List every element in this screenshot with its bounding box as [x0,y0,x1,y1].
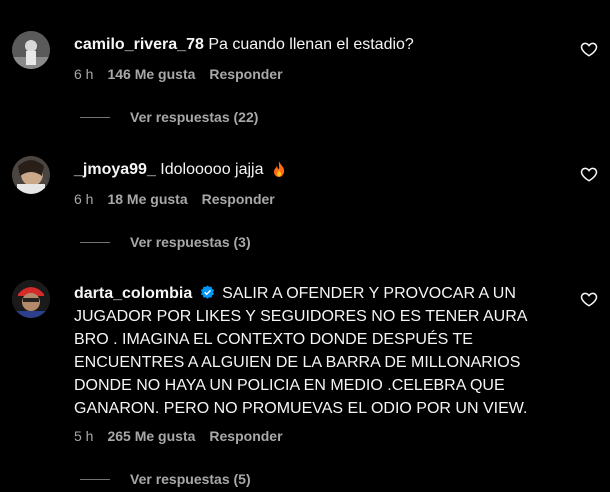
comment-username[interactable]: _jmoya99_ [74,161,156,178]
comment-text: Pa cuando llenan el estadio? [208,36,414,53]
comment-likes[interactable]: 18 Me gusta [107,191,187,207]
comment-text: Idolooooo jajja [160,161,264,178]
avatar[interactable] [12,280,50,318]
verified-badge-icon [200,285,214,299]
heart-outline-icon[interactable] [580,40,598,58]
view-replies[interactable]: Ver respuestas (5) [80,471,251,487]
comment-username[interactable]: darta_colombia [74,285,192,302]
view-replies-label[interactable]: Ver respuestas (3) [130,234,251,250]
divider [80,478,110,480]
fire-emoji-icon [273,161,285,177]
avatar[interactable] [12,156,50,194]
avatar[interactable] [12,31,50,69]
reply-button[interactable]: Responder [202,191,275,207]
comment-likes[interactable]: 265 Me gusta [107,428,195,444]
comment-time: 5 h [74,428,94,444]
view-replies[interactable]: Ver respuestas (3) [80,234,251,250]
divider [80,116,110,118]
heart-outline-icon[interactable] [580,165,598,183]
view-replies-label[interactable]: Ver respuestas (5) [130,471,251,487]
reply-button[interactable]: Responder [209,66,282,82]
comment-likes[interactable]: 146 Me gusta [107,66,195,82]
reply-button[interactable]: Responder [209,428,282,444]
comment-text: SALIR A OFENDER Y PROVOCAR A UN JUGADOR … [74,285,528,417]
view-replies-label[interactable]: Ver respuestas (22) [130,109,258,125]
comment-time: 6 h [74,191,94,207]
comment-username[interactable]: camilo_rivera_78 [74,36,204,53]
comment-time: 6 h [74,66,94,82]
divider [80,241,110,243]
view-replies[interactable]: Ver respuestas (22) [80,109,258,125]
heart-outline-icon[interactable] [580,290,598,308]
